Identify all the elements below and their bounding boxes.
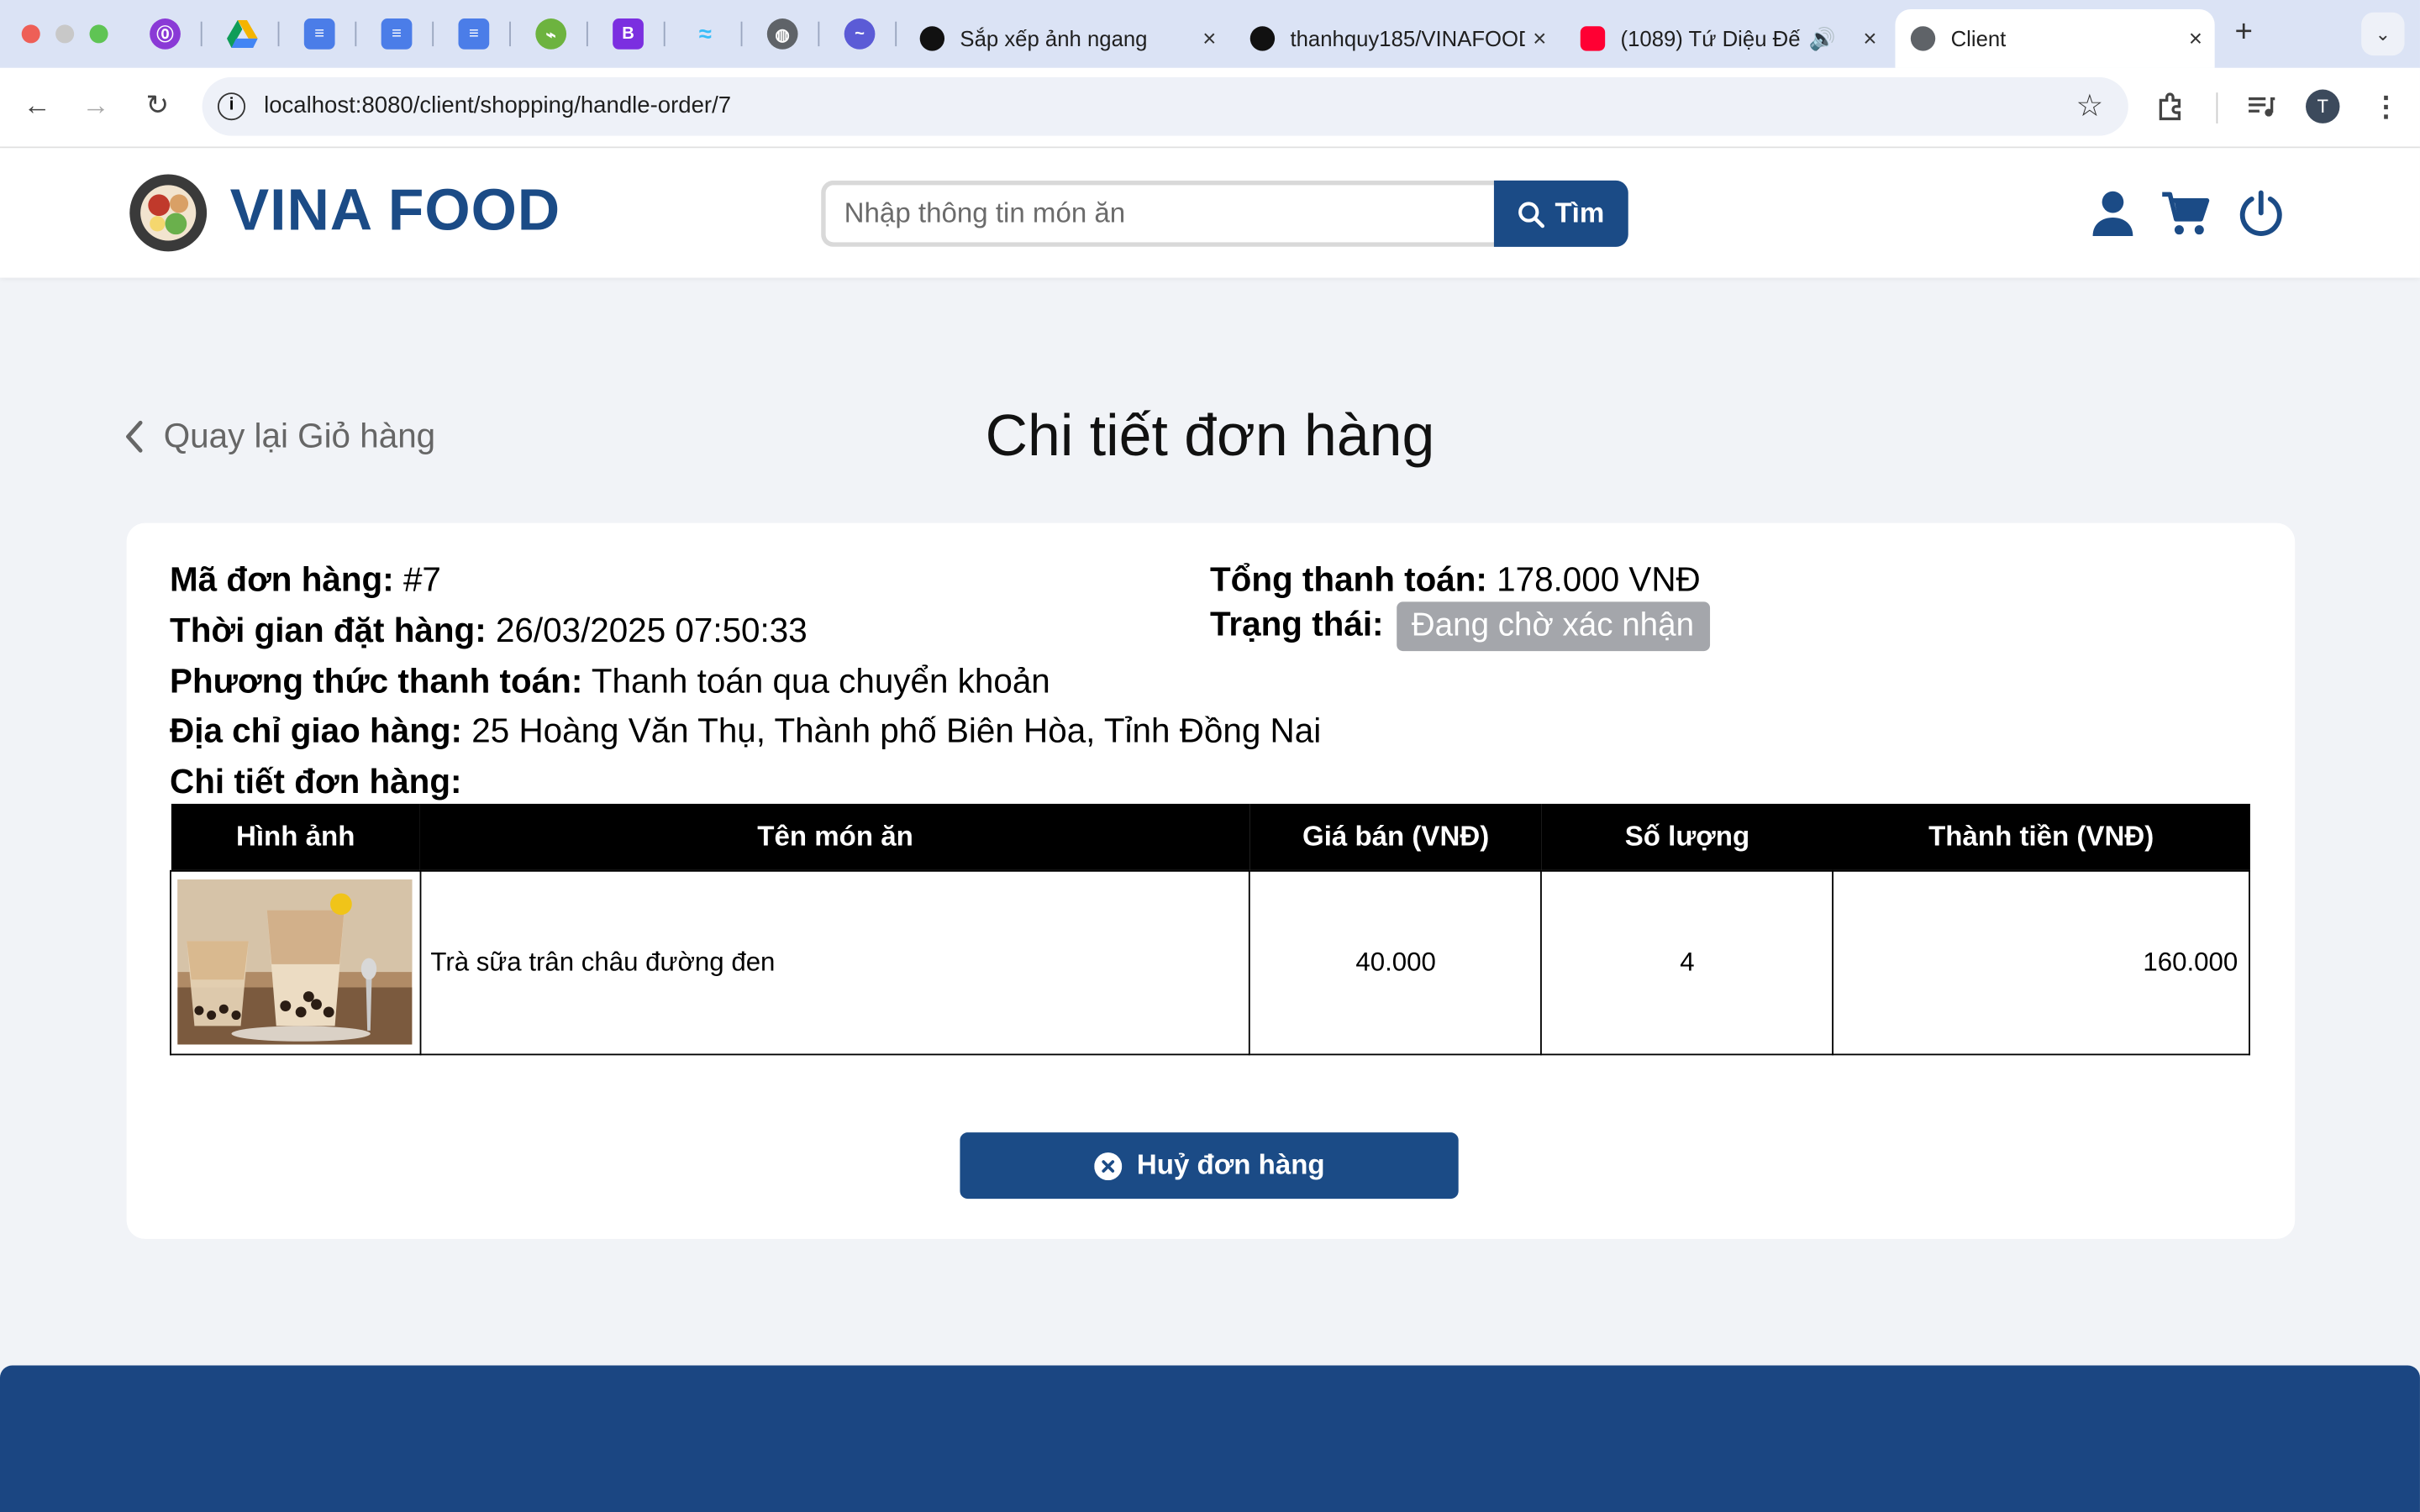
tailwind-tab-icon[interactable]: ≈: [690, 18, 721, 50]
column-header: Thành tiền (VNĐ): [1833, 803, 2249, 870]
tab-close-icon[interactable]: ×: [1863, 25, 1876, 51]
extensions-puzzle-icon[interactable]: [2156, 91, 2187, 129]
price-cell: 40.000: [1249, 869, 1543, 1055]
profile-avatar[interactable]: T: [2306, 89, 2340, 123]
brand-name[interactable]: VINA FOOD: [230, 179, 560, 245]
order-time-label: Thời gian đặt hàng:: [170, 611, 487, 650]
order-time-line: Thời gian đặt hàng: 26/03/2025 07:50:33: [170, 611, 808, 651]
tab-title: (1089) Tứ Diệu Đế: [1620, 26, 1801, 51]
drive-tab-icon[interactable]: [226, 18, 258, 50]
bootstrap-tab-icon[interactable]: B: [613, 18, 644, 50]
table-row: Trà sữa trân châu đường đen 40.000 4 160…: [170, 869, 2250, 1055]
table-header-row: Hình ảnh Tên món ăn Giá bán (VNĐ) Số lượ…: [170, 803, 2249, 870]
forward-arrow-icon[interactable]: →: [77, 90, 114, 123]
spring-tab-icon[interactable]: ⌁: [535, 18, 567, 50]
docs-tab-icon[interactable]: ≡: [381, 18, 413, 50]
payment-method-value: Thanh toán qua chuyển khoản: [591, 661, 1050, 701]
back-arrow-icon[interactable]: ←: [18, 90, 55, 123]
product-image-cell: [170, 869, 422, 1055]
subtotal-cell: 160.000: [1832, 869, 2250, 1055]
tab-youtube[interactable]: (1089) Tứ Diệu Đế 🔊 ×: [1565, 9, 1889, 68]
window-zoom-control[interactable]: [89, 24, 108, 44]
total-payment-value: 178.000 VNĐ: [1497, 559, 1701, 599]
tab-title: thanhquy185/VINAFOOD: [1290, 26, 1525, 51]
cart-icon[interactable]: [2160, 188, 2210, 238]
url-text[interactable]: localhost:8080/client/shopping/handle-or…: [264, 92, 731, 118]
openai-icon: [919, 26, 945, 51]
order-time-value: 26/03/2025 07:50:33: [495, 611, 808, 650]
column-header: Tên món ăn: [420, 803, 1250, 870]
user-icon[interactable]: [2088, 188, 2138, 238]
site-info-icon[interactable]: i: [217, 92, 246, 121]
search-box: [821, 180, 1496, 247]
window-close-control[interactable]: [21, 24, 40, 44]
app-tab-icon[interactable]: ~: [844, 18, 876, 50]
youtube-icon: [1580, 26, 1606, 51]
order-details-heading: Chi tiết đơn hàng:: [170, 762, 461, 802]
payment-method-label: Phương thức thanh toán:: [170, 661, 583, 701]
tab-close-icon[interactable]: ×: [1533, 25, 1546, 51]
search-input[interactable]: [825, 185, 1496, 243]
search-button[interactable]: Tìm: [1493, 180, 1628, 247]
status-badge: Đang chờ xác nhận: [1396, 601, 1710, 652]
site-header: VINA FOOD Tìm: [0, 148, 2420, 278]
milk-tea-image: [178, 879, 413, 1045]
tab-title: Client: [1950, 26, 2007, 51]
search-button-label: Tìm: [1555, 197, 1605, 228]
column-header: Giá bán (VNĐ): [1249, 803, 1542, 870]
site-footer: [0, 1365, 2420, 1512]
power-logout-icon[interactable]: [2236, 188, 2286, 238]
order-status-line: Trạng thái: Đang chờ xác nhận: [1209, 601, 1710, 652]
payment-method-line: Phương thức thanh toán: Thanh toán qua c…: [170, 662, 1050, 702]
order-id-value: #7: [402, 559, 441, 599]
order-status-label: Trạng thái:: [1209, 604, 1384, 643]
order-items-table: Hình ảnh Tên món ăn Giá bán (VNĐ) Số lượ…: [170, 803, 2250, 1055]
order-id-label: Mã đơn hàng:: [170, 559, 394, 599]
globe-icon: [1910, 26, 1936, 51]
media-control-icon[interactable]: [2245, 91, 2276, 129]
github-icon: [1249, 26, 1276, 51]
tab-close-icon[interactable]: ×: [1202, 25, 1216, 51]
docs-tab-icon[interactable]: ≡: [458, 18, 490, 50]
address-bar[interactable]: i localhost:8080/client/shopping/handle-…: [202, 76, 2128, 136]
column-header: Hình ảnh: [170, 803, 421, 870]
pinned-tab-icon[interactable]: ⓪: [150, 18, 181, 50]
tab-sap-xep-anh[interactable]: Sắp xếp ảnh ngang ×: [904, 9, 1228, 68]
total-payment-label: Tổng thanh toán:: [1209, 559, 1487, 599]
quantity-cell: 4: [1540, 869, 1834, 1055]
reload-icon[interactable]: ↻: [139, 90, 176, 123]
vina-food-logo[interactable]: [129, 174, 208, 252]
new-tab-button[interactable]: +: [2235, 15, 2253, 50]
browser-menu-icon[interactable]: ⋮: [2372, 91, 2400, 123]
page-root: ⓪ ≡ ≡ ≡ ⌁ B ≈ ◍ ~ Sắp xếp ảnh ngang × th…: [0, 0, 2420, 1512]
tab-close-icon[interactable]: ×: [2189, 25, 2202, 51]
tab-github[interactable]: thanhquy185/VINAFOOD ×: [1234, 9, 1559, 68]
browser-toolbar: ← → ↻ i localhost:8080/client/shopping/h…: [0, 67, 2420, 149]
audio-playing-icon[interactable]: 🔊: [1809, 25, 1836, 51]
tab-search-chevron-icon[interactable]: ⌄: [2361, 12, 2405, 56]
product-name-cell: Trà sữa trân châu đường đen: [419, 869, 1251, 1055]
order-details-label: Chi tiết đơn hàng:: [170, 762, 462, 801]
shipping-address-line: Địa chỉ giao hàng: 25 Hoàng Văn Thụ, Thà…: [170, 711, 1321, 752]
circle-x-icon: [1093, 1152, 1122, 1180]
globe-tab-icon[interactable]: ◍: [766, 18, 798, 50]
docs-tab-icon[interactable]: ≡: [303, 18, 335, 50]
shipping-address-value: 25 Hoàng Văn Thụ, Thành phố Biên Hòa, Tỉ…: [471, 711, 1322, 750]
browser-tab-bar: ⓪ ≡ ≡ ≡ ⌁ B ≈ ◍ ~ Sắp xếp ảnh ngang × th…: [0, 0, 2420, 68]
shipping-address-label: Địa chỉ giao hàng:: [170, 711, 463, 750]
cancel-order-label: Huỷ đơn hàng: [1136, 1149, 1325, 1181]
search-icon: [1519, 201, 1545, 228]
tab-title: Sắp xếp ảnh ngang: [960, 26, 1148, 51]
page-title: Chi tiết đơn hàng: [985, 404, 1435, 470]
order-id-line: Mã đơn hàng: #7: [170, 560, 441, 601]
bookmark-star-icon[interactable]: ☆: [2075, 87, 2103, 125]
tab-client[interactable]: Client ×: [1895, 9, 2215, 68]
total-payment-line: Tổng thanh toán: 178.000 VNĐ: [1210, 560, 1701, 601]
window-minimize-control[interactable]: [55, 24, 75, 44]
cancel-order-button[interactable]: Huỷ đơn hàng: [960, 1132, 1459, 1200]
column-header: Số lượng: [1541, 803, 1833, 870]
